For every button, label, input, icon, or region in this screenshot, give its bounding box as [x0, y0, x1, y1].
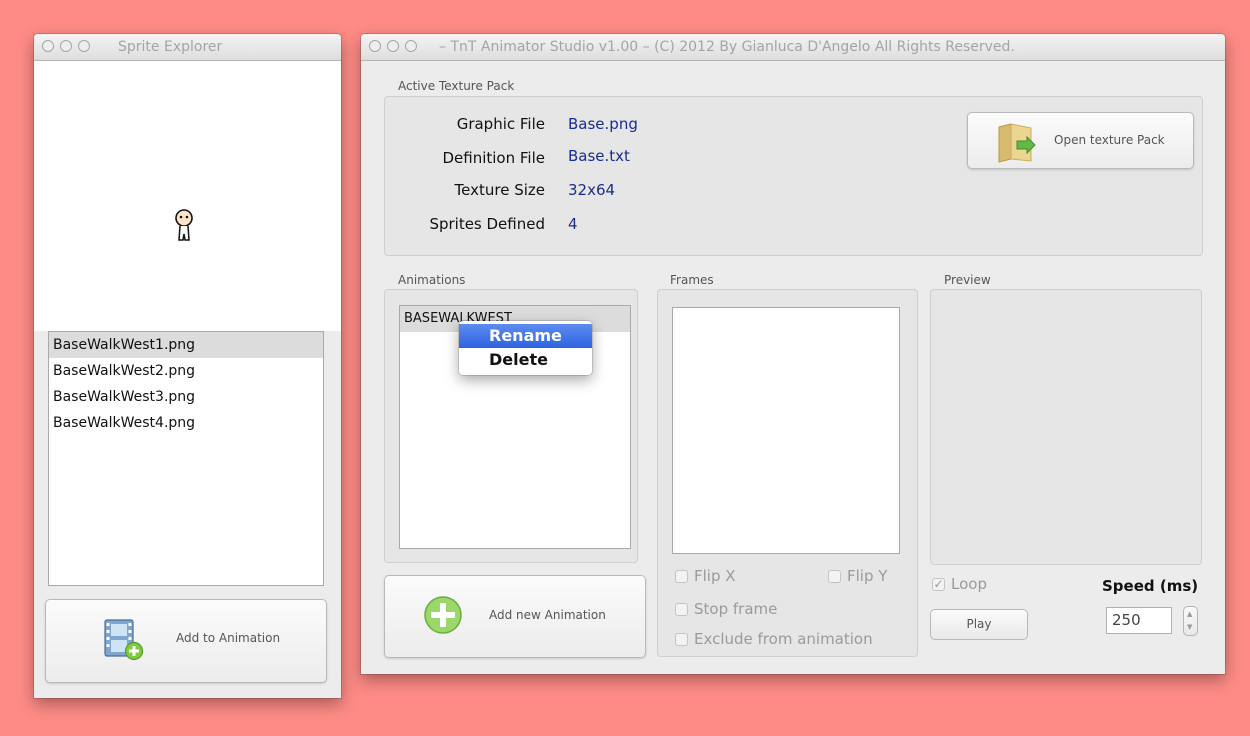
sprite-preview-area	[34, 61, 341, 331]
add-to-animation-button[interactable]: Add to Animation	[45, 599, 327, 683]
frames-group-label: Frames	[670, 273, 714, 287]
preview-group-label: Preview	[944, 273, 991, 287]
play-button-label: Play	[966, 617, 992, 631]
flip-y-label: Flip Y	[847, 567, 888, 585]
loop-checkbox[interactable]: ✓ Loop	[932, 575, 987, 593]
sprite-list-item[interactable]: BaseWalkWest3.png	[49, 384, 323, 410]
zoom-button[interactable]	[405, 40, 417, 52]
window-title: Sprite Explorer	[118, 39, 223, 55]
speed-stepper[interactable]: ▲ ▼	[1183, 606, 1198, 636]
sprite-list-item[interactable]: BaseWalkWest1.png	[49, 332, 323, 358]
sprite-list-item[interactable]: BaseWalkWest2.png	[49, 358, 323, 384]
graphic-file-value: Base.png	[568, 115, 638, 133]
exclude-from-animation-checkbox[interactable]: Exclude from animation	[675, 630, 873, 648]
exclude-box	[675, 632, 688, 646]
definition-file-label: Definition File	[442, 149, 545, 167]
window-controls	[369, 40, 417, 52]
speed-label: Speed (ms)	[1102, 577, 1199, 595]
film-add-icon	[104, 619, 144, 661]
add-to-animation-label: Add to Animation	[176, 631, 281, 645]
flip-x-label: Flip X	[694, 567, 736, 585]
preview-area	[930, 289, 1202, 565]
definition-file-value: Base.txt	[568, 147, 630, 165]
texture-pack-group-label: Active Texture Pack	[398, 79, 515, 93]
flip-y-box	[828, 569, 841, 583]
open-texture-pack-button[interactable]: Open texture Pack	[967, 112, 1194, 169]
graphic-file-label: Graphic File	[456, 115, 545, 133]
sprite-preview-image	[175, 209, 193, 241]
sprite-explorer-window: Sprite Explorer BaseWalkWest1.png BaseWal…	[34, 34, 341, 698]
texture-pack-group: Graphic File Base.png Definition File Ba…	[384, 96, 1203, 256]
exclude-label: Exclude from animation	[694, 630, 873, 648]
close-button[interactable]	[369, 40, 381, 52]
flip-x-checkbox[interactable]: Flip X	[675, 567, 736, 585]
folder-arrow-icon	[998, 123, 1036, 163]
sprites-defined-value: 4	[568, 215, 578, 233]
loop-label: Loop	[951, 575, 987, 593]
play-button[interactable]: Play	[930, 609, 1028, 640]
sprite-list-item[interactable]: BaseWalkWest4.png	[49, 410, 323, 436]
speed-input[interactable]: 250	[1106, 607, 1172, 634]
sprites-defined-label: Sprites Defined	[429, 215, 545, 233]
zoom-button[interactable]	[78, 40, 90, 52]
minimize-button[interactable]	[387, 40, 399, 52]
stepper-up-icon: ▲	[1187, 610, 1193, 618]
window-title: – TnT Animator Studio v1.00 – (C) 2012 B…	[439, 39, 1015, 55]
frames-list[interactable]	[672, 307, 900, 554]
main-titlebar[interactable]: – TnT Animator Studio v1.00 – (C) 2012 B…	[361, 34, 1225, 61]
stop-frame-checkbox[interactable]: Stop frame	[675, 600, 777, 618]
open-texture-pack-label: Open texture Pack	[1054, 133, 1165, 147]
window-controls	[42, 40, 90, 52]
stop-frame-label: Stop frame	[694, 600, 778, 618]
animations-group-label: Animations	[398, 273, 466, 287]
sprite-list[interactable]: BaseWalkWest1.png BaseWalkWest2.png BaseWa…	[48, 331, 324, 586]
loop-box: ✓	[932, 577, 945, 591]
stop-frame-box	[675, 602, 688, 616]
context-menu-delete[interactable]: Delete	[459, 348, 592, 372]
add-new-animation-button[interactable]: Add new Animation	[384, 575, 646, 658]
context-menu-rename[interactable]: Rename	[459, 324, 592, 348]
sprite-explorer-titlebar[interactable]: Sprite Explorer	[34, 34, 341, 61]
flip-x-box	[675, 569, 688, 583]
texture-size-value: 32x64	[568, 181, 616, 199]
flip-y-checkbox[interactable]: Flip Y	[828, 567, 887, 585]
close-button[interactable]	[42, 40, 54, 52]
add-new-animation-label: Add new Animation	[489, 608, 606, 622]
animation-context-menu: Rename Delete	[459, 321, 592, 375]
texture-size-label: Texture Size	[454, 181, 545, 199]
plus-circle-icon	[424, 596, 462, 634]
minimize-button[interactable]	[60, 40, 72, 52]
frames-group: Flip X Flip Y Stop frame Exclude from an…	[657, 289, 918, 657]
stepper-down-icon: ▼	[1187, 623, 1193, 631]
